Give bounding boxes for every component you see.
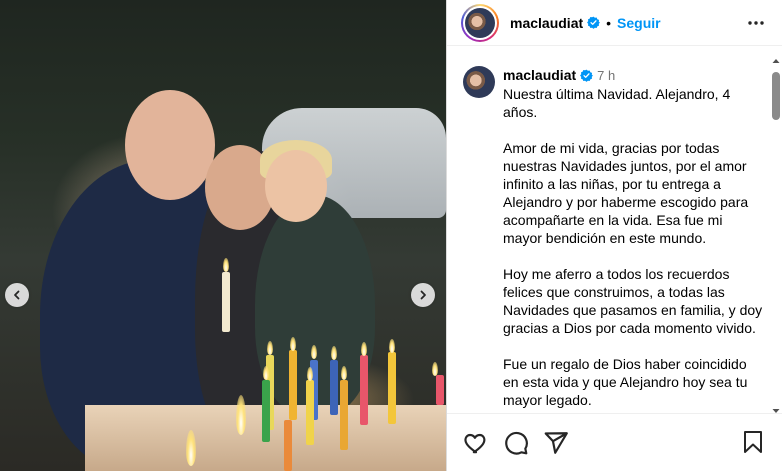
photo-candle	[262, 380, 270, 442]
verified-badge-icon	[587, 16, 601, 29]
caption-text-block: maclaudiat 7 h Nuestra última Navidad. A…	[503, 66, 765, 409]
comment-icon[interactable]	[503, 430, 529, 456]
avatar[interactable]	[463, 66, 495, 98]
photo-flame	[432, 362, 438, 376]
photo-flame	[186, 430, 196, 466]
post-time[interactable]: 7 h	[597, 68, 615, 83]
action-bar	[447, 413, 782, 471]
photo-flame	[267, 341, 273, 355]
follow-button[interactable]: Seguir	[617, 15, 661, 31]
photo-flame	[263, 366, 269, 380]
bookmark-icon[interactable]	[742, 430, 764, 454]
share-icon[interactable]	[543, 430, 569, 456]
photo-candle	[436, 375, 444, 405]
photo-flame	[331, 346, 337, 360]
photo-candle	[340, 380, 348, 450]
photo-candle	[330, 360, 338, 415]
comments-area[interactable]: maclaudiat 7 h Nuestra última Navidad. A…	[447, 54, 770, 409]
photo-flame	[341, 366, 347, 380]
photo-flame	[361, 342, 367, 356]
photo-candle	[306, 380, 314, 445]
separator-dot: •	[606, 14, 612, 31]
chevron-right-icon	[420, 290, 426, 300]
avatar	[465, 7, 495, 38]
photo-flame	[307, 367, 313, 381]
photo-candle	[388, 352, 396, 424]
photo-face-child	[265, 150, 327, 222]
caption-body: Nuestra última Navidad. Alejandro, 4 año…	[503, 86, 763, 408]
photo-flame	[223, 258, 229, 272]
post-photo[interactable]	[0, 0, 446, 471]
post-header: maclaudiat • Seguir	[447, 0, 782, 46]
caption-username[interactable]: maclaudiat	[503, 67, 576, 83]
carousel-next-button[interactable]	[411, 283, 435, 307]
photo-flame	[389, 339, 395, 353]
more-horizontal-icon[interactable]	[746, 13, 766, 33]
photo-candle	[360, 355, 368, 425]
caption: maclaudiat 7 h Nuestra última Navidad. A…	[463, 66, 770, 409]
verified-badge-icon	[580, 69, 594, 82]
photo-face-man	[125, 90, 215, 200]
story-ring[interactable]	[461, 3, 499, 42]
photo-flame	[311, 345, 317, 359]
heart-icon[interactable]	[463, 430, 489, 456]
photo-candle	[284, 420, 292, 471]
photo-candle	[222, 272, 230, 332]
carousel-prev-button[interactable]	[5, 283, 29, 307]
header-username[interactable]: maclaudiat	[510, 15, 583, 31]
post-side-panel: maclaudiat • Seguir maclaudiat 7 h Nuest…	[446, 0, 782, 471]
chevron-left-icon	[14, 290, 20, 300]
photo-flame	[290, 337, 296, 351]
photo-candle	[289, 350, 297, 420]
scrollbar[interactable]	[770, 54, 782, 418]
scroll-up-icon[interactable]	[772, 57, 780, 65]
scroll-thumb[interactable]	[772, 72, 780, 120]
photo-flame	[236, 395, 246, 435]
